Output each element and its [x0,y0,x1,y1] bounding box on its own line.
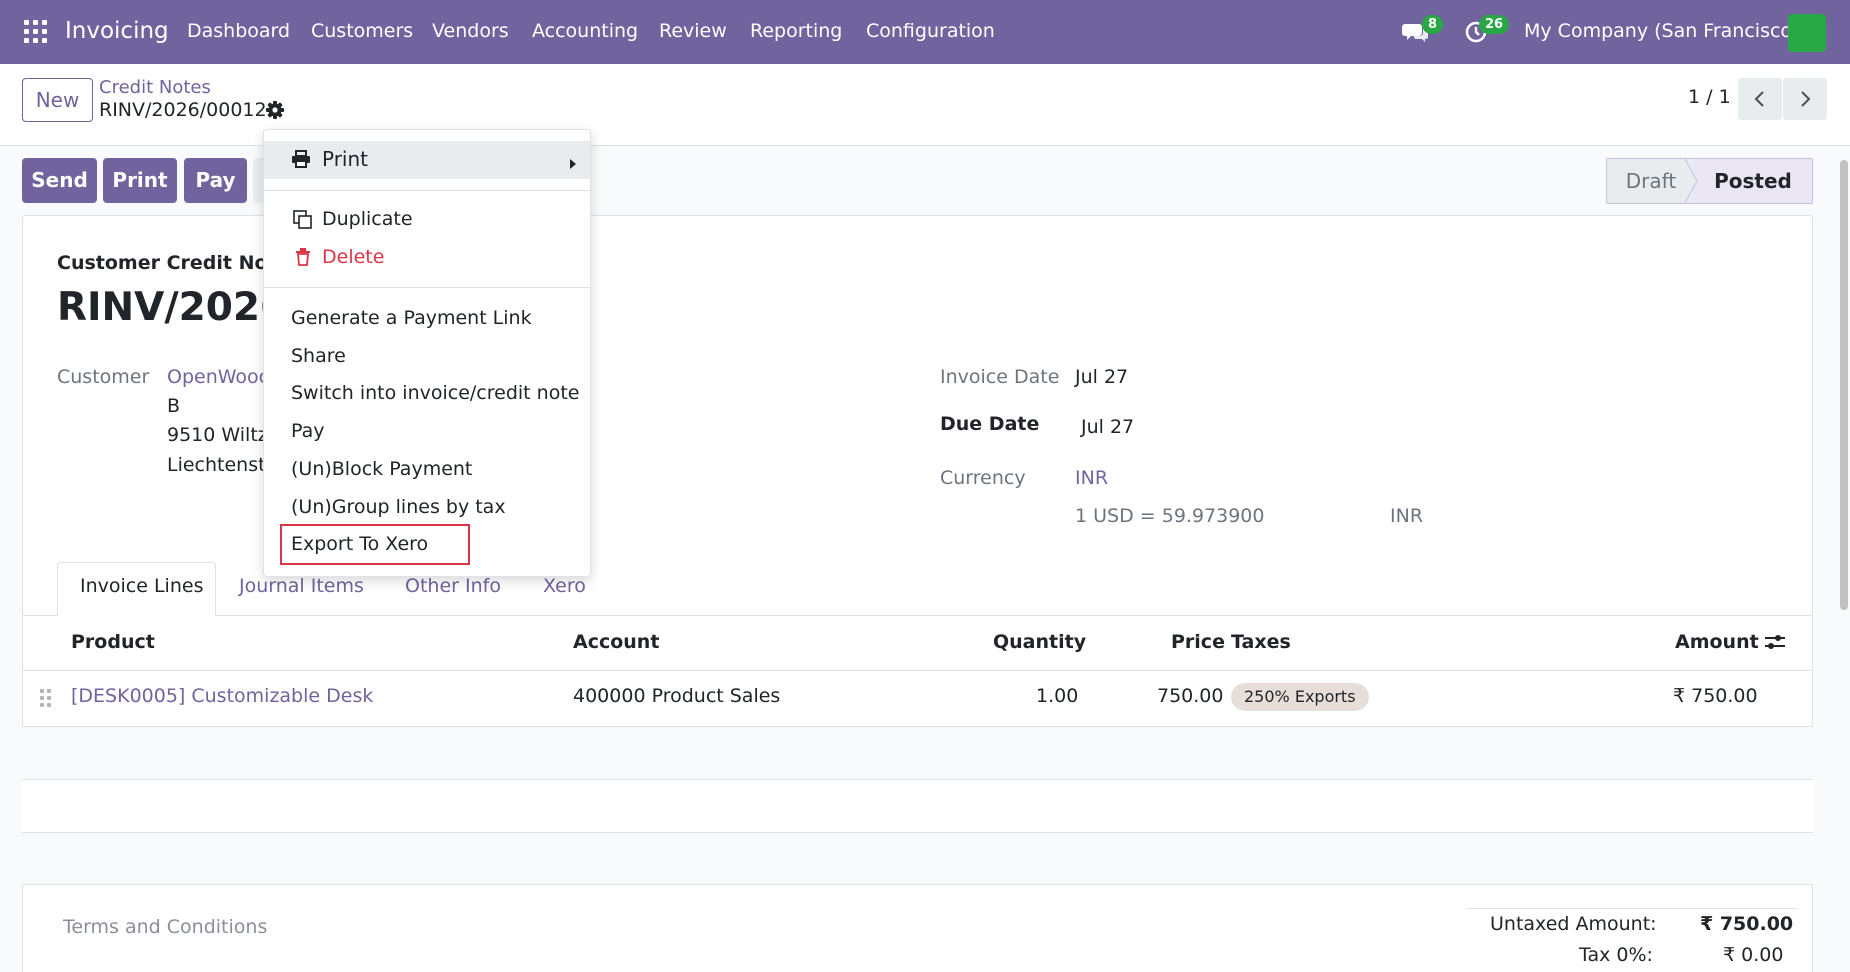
menu-print[interactable]: Print [322,147,368,171]
line-tax-badge[interactable]: 250% Exports [1231,683,1369,711]
line-account[interactable]: 400000 Product Sales [573,685,780,707]
print-submenu-highlight [264,141,590,179]
print-button[interactable]: Print [103,158,177,203]
pager-next-button[interactable] [1783,78,1827,120]
drag-handle-icon[interactable] [40,689,52,707]
empty-row [22,833,1813,885]
chevron-right-icon [1801,91,1811,107]
due-date-field[interactable]: Jul 27 [1081,416,1134,438]
column-quantity[interactable]: Quantity [993,631,1086,653]
menu-block-payment[interactable]: (Un)Block Payment [291,458,472,480]
menu-share[interactable]: Share [291,345,346,367]
menu-generate-payment-link[interactable]: Generate a Payment Link [291,307,532,329]
optional-columns-icon[interactable] [1764,632,1786,652]
menu-group-lines-by-tax[interactable]: (Un)Group lines by tax [291,496,506,518]
trash-icon [295,248,311,266]
untaxed-amount-label: Untaxed Amount: [1490,913,1657,935]
currency-rate: 1 USD = 59.973900 [1075,505,1265,527]
new-button[interactable]: New [22,78,93,122]
breadcrumb-credit-notes[interactable]: Credit Notes [99,77,211,98]
tab-journal-items[interactable]: Journal Items [239,575,364,597]
scrollbar-thumb[interactable] [1840,160,1848,610]
tab-invoice-lines[interactable]: Invoice Lines [80,575,203,597]
empty-row [22,780,1813,832]
menu-review[interactable]: Review [659,20,727,42]
pager-previous-button[interactable] [1738,78,1782,120]
chevron-left-icon [1754,91,1764,107]
document-type: Customer Credit Note [57,252,290,274]
tab-xero[interactable]: Xero [543,575,586,597]
pay-button[interactable]: Pay [184,158,247,203]
app-title[interactable]: Invoicing [65,18,169,44]
line-price[interactable]: 750.00 [1157,685,1223,707]
status-posted[interactable]: Posted [1693,159,1812,203]
pager-value[interactable]: 1 / 1 [1688,86,1731,108]
empty-row [22,727,1813,779]
customer-address-line2: 9510 Wiltz [167,424,268,446]
menu-accounting[interactable]: Accounting [532,20,638,42]
caret-right-icon [569,153,577,169]
terms-and-conditions-field[interactable]: Terms and Conditions [63,916,267,938]
menu-switch-invoice-credit-note[interactable]: Switch into invoice/credit note [291,382,579,404]
messages-badge: 8 [1422,15,1444,34]
currency-label: Currency [940,467,1026,489]
column-price[interactable]: Price [1171,631,1225,653]
menu-reporting[interactable]: Reporting [750,20,842,42]
column-account[interactable]: Account [573,631,659,653]
column-product[interactable]: Product [71,631,155,653]
line-amount: ₹ 750.00 [1673,685,1758,707]
due-date-label: Due Date [940,413,1040,435]
tab-other-info[interactable]: Other Info [405,575,501,597]
menu-delete[interactable]: Delete [322,246,384,268]
status-draft[interactable]: Draft [1607,159,1695,203]
gear-icon[interactable] [265,100,285,120]
apps-menu-icon[interactable] [24,20,48,44]
customer-label: Customer [57,366,150,388]
duplicate-icon [293,210,313,230]
menu-configuration[interactable]: Configuration [866,20,995,42]
status-arrow-icon [1685,159,1698,203]
column-amount[interactable]: Amount [1675,631,1759,653]
table-row-divider [22,884,1813,885]
line-quantity[interactable]: 1.00 [1036,685,1078,707]
tax-value: ₹ 0.00 [1723,944,1784,966]
line-product[interactable]: [DESK0005] Customizable Desk [71,685,373,707]
send-button[interactable]: Send [22,158,97,203]
customer-address-line1: B [167,395,181,417]
menu-pay[interactable]: Pay [291,420,325,442]
status-bar: Draft Posted [1606,158,1813,204]
menu-customers[interactable]: Customers [311,20,413,42]
dropdown-separator [264,287,590,288]
record-name: RINV/2026/00012 [99,99,267,121]
company-switcher[interactable]: My Company (San Francisco) [1524,20,1799,42]
table-header-divider [22,670,1813,671]
menu-vendors[interactable]: Vendors [432,20,509,42]
tax-label: Tax 0%: [1579,944,1653,966]
menu-duplicate[interactable]: Duplicate [322,208,413,230]
customer-address-line3: Liechtenste [167,454,278,476]
currency-rate-unit: INR [1390,505,1424,527]
menu-dashboard[interactable]: Dashboard [187,20,290,42]
dropdown-separator [264,190,590,191]
totals-divider [1467,908,1797,909]
highlight-box [280,524,470,565]
currency-link[interactable]: INR [1075,467,1108,489]
online-status-icon [1788,14,1826,52]
printer-icon [291,150,311,168]
top-navbar: Invoicing Dashboard Customers Vendors Ac… [0,0,1850,64]
activities-badge: 26 [1479,15,1510,34]
column-taxes[interactable]: Taxes [1231,631,1291,653]
untaxed-amount-value: ₹ 750.00 [1700,913,1794,935]
invoice-date-label: Invoice Date [940,366,1060,388]
customer-link[interactable]: OpenWooc [167,366,269,388]
tabs-divider [22,615,1813,616]
invoice-date-field[interactable]: Jul 27 [1075,366,1128,388]
